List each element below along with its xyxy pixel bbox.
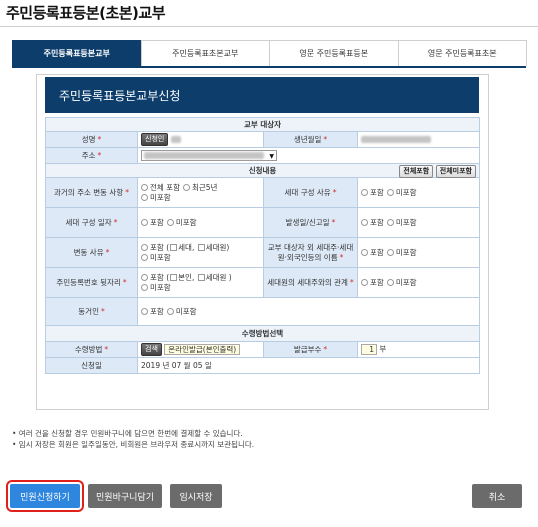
apply-date-value: 2019 년 07 월 05 일 (137, 357, 480, 374)
change-reason-options: 포함 (세대, 세대원) 미포함 (137, 237, 264, 268)
report-date-include-radio[interactable] (361, 218, 368, 226)
notice-item: • 임시 저장은 회원은 일주일동안, 비회원은 브라우저 종료시까지 보관됩니… (12, 440, 255, 449)
receive-method-cell: 검색 온라인발급(본인출력) (137, 341, 264, 358)
relationship-exclude-radio[interactable] (386, 278, 394, 286)
name-label: 성명 * (45, 131, 138, 148)
dropdown-arrow-icon: ▼ (269, 153, 274, 160)
change-reason-exclude-radio[interactable] (141, 253, 148, 261)
household-reason-include-radio[interactable] (361, 188, 368, 196)
past-address-exclude-radio[interactable] (141, 193, 148, 201)
application-form: 교부 대상자 성명 * 신청인 생년월일 * 주소 * ▼ 신청내용 전체포함 … (45, 117, 480, 374)
foreign-names-label: 교부 대상자 외 세대주·세대원·외국인등의 이름 * (263, 237, 358, 268)
past-address-options: 전체 포함 최근5년 미포함 (137, 177, 264, 208)
past-address-full-radio[interactable] (141, 183, 148, 191)
change-reason-include-radio[interactable] (141, 243, 148, 251)
household-date-exclude-radio[interactable] (166, 218, 174, 226)
cohabitant-options: 포함 미포함 (137, 297, 480, 326)
section-receive: 수령방법선택 (45, 325, 480, 342)
birth-value-redacted (361, 136, 431, 143)
resident-no-label: 주민등록번호 뒷자리 * (45, 267, 138, 298)
foreign-names-include-radio[interactable] (361, 248, 368, 256)
page-title: 주민등록표등본(초본)교부 (6, 4, 166, 22)
apply-date-label: 신청일 (45, 357, 138, 374)
section-recipient: 교부 대상자 (45, 117, 480, 132)
add-to-basket-button[interactable]: 민원바구니담기 (88, 484, 162, 508)
household-date-label: 세대 구성 일자 * (45, 207, 138, 238)
relationship-include-radio[interactable] (361, 278, 368, 286)
report-date-options: 포함 미포함 (357, 207, 480, 238)
tab-resident-copy-issue[interactable]: 주민등록표등본교부 (12, 40, 142, 66)
issue-count-input[interactable]: 1 (361, 344, 377, 355)
past-address-recent-radio[interactable] (182, 183, 190, 191)
tab-resident-abstract-issue[interactable]: 주민등록표초본교부 (140, 40, 270, 66)
change-reason-household-checkbox[interactable] (170, 243, 178, 251)
past-address-label: 과거의 주소 변동 사항 * (45, 177, 138, 208)
receive-search-button[interactable]: 검색 (141, 343, 162, 356)
birth-label: 생년월일 * (263, 131, 358, 148)
notice-list: • 여러 건을 신청할 경우 민원바구니에 담으면 한번에 결제할 수 있습니다… (12, 428, 254, 450)
household-reason-label: 세대 구성 사유 * (263, 177, 358, 208)
cohabitant-include-radio[interactable] (141, 307, 148, 315)
panel-title: 주민등록표등본교부신청 (45, 77, 479, 113)
address-label: 주소 * (45, 147, 138, 164)
submit-application-button[interactable]: 민원신청하기 (6, 480, 84, 512)
exclude-all-button[interactable]: 전체미포함 (435, 165, 476, 178)
report-date-exclude-radio[interactable] (386, 218, 394, 226)
household-reason-exclude-radio[interactable] (386, 188, 394, 196)
foreign-names-exclude-radio[interactable] (386, 248, 394, 256)
resident-no-options: 포함 (본인, 세대원 ) 미포함 (137, 267, 264, 298)
temp-save-button[interactable]: 임시저장 (170, 484, 222, 508)
receive-method-input[interactable]: 온라인발급(본인출력) (164, 344, 241, 355)
household-reason-options: 포함 미포함 (357, 177, 480, 208)
tab-english-abstract[interactable]: 영문 주민등록표초본 (397, 40, 527, 66)
birth-cell (357, 131, 480, 148)
receive-method-label: 수령방법 * (45, 341, 138, 358)
name-value-redacted (170, 136, 181, 143)
notice-item: • 여러 건을 신청할 경우 민원바구니에 담으면 한번에 결제할 수 있습니다… (12, 429, 243, 438)
include-all-button[interactable]: 전체포함 (399, 165, 434, 178)
cohabitant-label: 동거인 * (45, 297, 138, 326)
relationship-options: 포함 미포함 (357, 267, 480, 298)
resident-no-self-checkbox[interactable] (170, 273, 178, 281)
application-panel: 주민등록표등본교부신청 교부 대상자 성명 * 신청인 생년월일 * 주소 * ▼ (36, 74, 489, 410)
household-date-include-radio[interactable] (141, 218, 148, 226)
issue-count-cell: 1 부 (357, 341, 480, 358)
address-cell: ▼ (137, 147, 480, 164)
section-content: 신청내용 전체포함 전체미포함 (45, 163, 480, 178)
tab-english-copy[interactable]: 영문 주민등록표등본 (269, 40, 399, 66)
cancel-button[interactable]: 취소 (472, 484, 522, 508)
name-cell: 신청인 (137, 131, 264, 148)
relationship-label: 세대원의 세대주와의 관계 * (263, 267, 358, 298)
household-date-options: 포함 미포함 (137, 207, 264, 238)
resident-no-exclude-radio[interactable] (141, 283, 148, 291)
tab-bar: 주민등록표등본교부 주민등록표초본교부 영문 주민등록표등본 영문 주민등록표초… (12, 40, 527, 68)
change-reason-member-checkbox[interactable] (197, 243, 205, 251)
applicant-button[interactable]: 신청인 (141, 133, 169, 146)
change-reason-label: 변동 사유 * (45, 237, 138, 268)
issue-count-label: 발급부수 * (263, 341, 358, 358)
foreign-names-options: 포함 미포함 (357, 237, 480, 268)
address-select[interactable]: ▼ (141, 150, 277, 161)
address-value-redacted (144, 152, 264, 159)
issue-count-unit: 부 (379, 344, 387, 354)
cohabitant-exclude-radio[interactable] (166, 307, 174, 315)
resident-no-include-radio[interactable] (141, 273, 148, 281)
report-date-label: 발생일/신고일 * (263, 207, 358, 238)
resident-no-member-checkbox[interactable] (197, 273, 205, 281)
title-divider (0, 26, 538, 27)
